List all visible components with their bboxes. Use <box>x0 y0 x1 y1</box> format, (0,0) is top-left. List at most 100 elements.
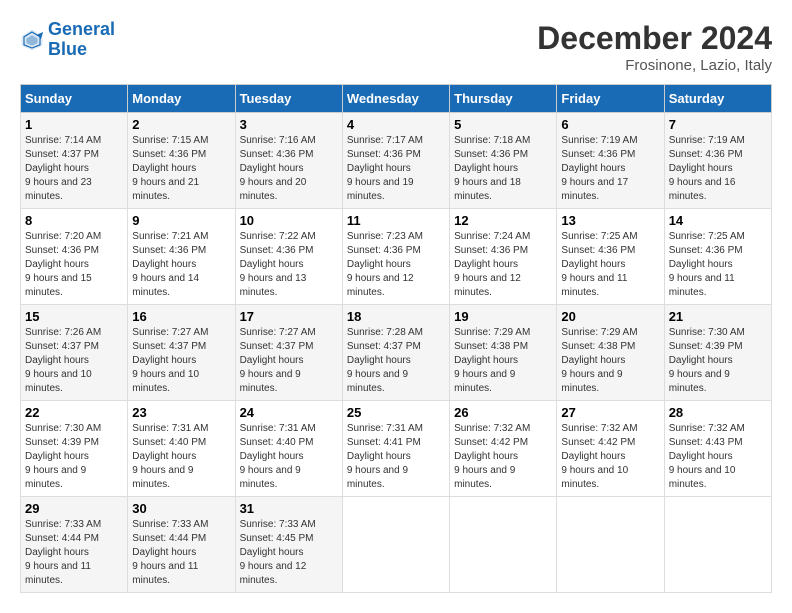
calendar-day-30: 30 Sunrise: 7:33 AMSunset: 4:44 PMDayligh… <box>128 497 235 593</box>
day-info: Sunrise: 7:27 AMSunset: 4:37 PMDaylight … <box>240 326 338 396</box>
calendar-table: SundayMondayTuesdayWednesdayThursdayFrid… <box>20 84 772 593</box>
calendar-week-3: 15Sunrise: 7:26 AMSunset: 4:37 PMDayligh… <box>21 305 772 401</box>
day-number: 17 <box>240 309 338 324</box>
day-number: 5 <box>454 117 552 132</box>
day-number: 19 <box>454 309 552 324</box>
day-number: 27 <box>561 405 659 420</box>
calendar-week-2: 8Sunrise: 7:20 AMSunset: 4:36 PMDaylight… <box>21 209 772 305</box>
day-number: 11 <box>347 213 445 228</box>
empty-cell <box>664 497 771 593</box>
calendar-day-1: 1Sunrise: 7:14 AMSunset: 4:37 PMDaylight… <box>21 113 128 209</box>
day-number: 12 <box>454 213 552 228</box>
day-info: Sunrise: 7:29 AMSunset: 4:38 PMDaylight … <box>454 326 552 396</box>
day-info: Sunrise: 7:24 AMSunset: 4:36 PMDaylight … <box>454 230 552 300</box>
day-header-tuesday: Tuesday <box>235 85 342 113</box>
day-number: 4 <box>347 117 445 132</box>
day-number: 22 <box>25 405 123 420</box>
day-info: Sunrise: 7:33 AMSunset: 4:45 PMDaylight … <box>240 518 338 588</box>
day-number: 29 <box>25 501 123 516</box>
calendar-day-7: 7 Sunrise: 7:19 AMSunset: 4:36 PMDaylight… <box>664 113 771 209</box>
page-header: General Blue December 2024 Frosinone, La… <box>20 20 772 74</box>
calendar-day-2: 2 Sunrise: 7:15 AMSunset: 4:36 PMDaylight… <box>128 113 235 209</box>
calendar-body: 1Sunrise: 7:14 AMSunset: 4:37 PMDaylight… <box>21 113 772 593</box>
calendar-day-31: 31Sunrise: 7:33 AMSunset: 4:45 PMDayligh… <box>235 497 342 593</box>
calendar-day-15: 15Sunrise: 7:26 AMSunset: 4:37 PMDayligh… <box>21 305 128 401</box>
day-info: Sunrise: 7:33 AMSunset: 4:44 PMDaylight … <box>132 518 230 588</box>
day-info: Sunrise: 7:32 AMSunset: 4:42 PMDaylight … <box>454 422 552 492</box>
calendar-day-9: 9Sunrise: 7:21 AMSunset: 4:36 PMDaylight… <box>128 209 235 305</box>
day-number: 13 <box>561 213 659 228</box>
calendar-day-20: 20Sunrise: 7:29 AMSunset: 4:38 PMDayligh… <box>557 305 664 401</box>
calendar-week-1: 1Sunrise: 7:14 AMSunset: 4:37 PMDaylight… <box>21 113 772 209</box>
day-header-saturday: Saturday <box>664 85 771 113</box>
logo: General Blue <box>20 20 115 60</box>
day-number: 3 <box>240 117 338 132</box>
day-number: 9 <box>132 213 230 228</box>
day-header-monday: Monday <box>128 85 235 113</box>
calendar-day-12: 12 Sunrise: 7:24 AMSunset: 4:36 PMDayligh… <box>450 209 557 305</box>
day-number: 30 <box>132 501 230 516</box>
logo-text: General Blue <box>48 20 115 60</box>
day-number: 18 <box>347 309 445 324</box>
day-number: 26 <box>454 405 552 420</box>
day-number: 15 <box>25 309 123 324</box>
day-info: Sunrise: 7:30 AMSunset: 4:39 PMDaylight … <box>669 326 767 396</box>
day-info: Sunrise: 7:20 AMSunset: 4:36 PMDaylight … <box>25 230 123 300</box>
day-number: 25 <box>347 405 445 420</box>
day-info: Sunrise: 7:19 AMSunset: 4:36 PMDaylight … <box>669 134 767 204</box>
empty-cell <box>450 497 557 593</box>
day-number: 20 <box>561 309 659 324</box>
calendar-day-10: 10 Sunrise: 7:22 AMSunset: 4:36 PMDayligh… <box>235 209 342 305</box>
day-number: 2 <box>132 117 230 132</box>
calendar-day-19: 19 Sunrise: 7:29 AMSunset: 4:38 PMDayligh… <box>450 305 557 401</box>
day-info: Sunrise: 7:33 AMSunset: 4:44 PMDaylight … <box>25 518 123 588</box>
empty-cell <box>557 497 664 593</box>
day-number: 28 <box>669 405 767 420</box>
calendar-day-27: 27 Sunrise: 7:32 AMSunset: 4:42 PMDayligh… <box>557 401 664 497</box>
day-info: Sunrise: 7:31 AMSunset: 4:40 PMDaylight … <box>240 422 338 492</box>
calendar-week-5: 29 Sunrise: 7:33 AMSunset: 4:44 PMDayligh… <box>21 497 772 593</box>
day-header-thursday: Thursday <box>450 85 557 113</box>
month-title: December 2024 <box>537 20 772 57</box>
calendar-day-14: 14 Sunrise: 7:25 AMSunset: 4:36 PMDayligh… <box>664 209 771 305</box>
day-info: Sunrise: 7:28 AMSunset: 4:37 PMDaylight … <box>347 326 445 396</box>
calendar-week-4: 22 Sunrise: 7:30 AMSunset: 4:39 PMDayligh… <box>21 401 772 497</box>
calendar-day-29: 29 Sunrise: 7:33 AMSunset: 4:44 PMDayligh… <box>21 497 128 593</box>
location: Frosinone, Lazio, Italy <box>537 57 772 74</box>
calendar-day-24: 24Sunrise: 7:31 AMSunset: 4:40 PMDayligh… <box>235 401 342 497</box>
day-number: 14 <box>669 213 767 228</box>
day-info: Sunrise: 7:31 AMSunset: 4:41 PMDaylight … <box>347 422 445 492</box>
day-info: Sunrise: 7:25 AMSunset: 4:36 PMDaylight … <box>669 230 767 300</box>
day-header-friday: Friday <box>557 85 664 113</box>
day-info: Sunrise: 7:32 AMSunset: 4:42 PMDaylight … <box>561 422 659 492</box>
calendar-day-28: 28Sunrise: 7:32 AMSunset: 4:43 PMDayligh… <box>664 401 771 497</box>
day-info: Sunrise: 7:14 AMSunset: 4:37 PMDaylight … <box>25 134 123 204</box>
day-info: Sunrise: 7:27 AMSunset: 4:37 PMDaylight … <box>132 326 230 396</box>
calendar-day-22: 22 Sunrise: 7:30 AMSunset: 4:39 PMDayligh… <box>21 401 128 497</box>
day-info: Sunrise: 7:16 AMSunset: 4:36 PMDaylight … <box>240 134 338 204</box>
day-info: Sunrise: 7:25 AMSunset: 4:36 PMDaylight … <box>561 230 659 300</box>
day-number: 10 <box>240 213 338 228</box>
day-number: 7 <box>669 117 767 132</box>
day-number: 16 <box>132 309 230 324</box>
day-number: 6 <box>561 117 659 132</box>
calendar-day-23: 23Sunrise: 7:31 AMSunset: 4:40 PMDayligh… <box>128 401 235 497</box>
calendar-day-18: 18 Sunrise: 7:28 AMSunset: 4:37 PMDayligh… <box>342 305 449 401</box>
day-info: Sunrise: 7:30 AMSunset: 4:39 PMDaylight … <box>25 422 123 492</box>
calendar-day-3: 3 Sunrise: 7:16 AMSunset: 4:36 PMDaylight… <box>235 113 342 209</box>
day-info: Sunrise: 7:19 AMSunset: 4:36 PMDaylight … <box>561 134 659 204</box>
calendar-day-16: 16 Sunrise: 7:27 AMSunset: 4:37 PMDayligh… <box>128 305 235 401</box>
calendar-day-8: 8Sunrise: 7:20 AMSunset: 4:36 PMDaylight… <box>21 209 128 305</box>
empty-cell <box>342 497 449 593</box>
day-info: Sunrise: 7:22 AMSunset: 4:36 PMDaylight … <box>240 230 338 300</box>
title-block: December 2024 Frosinone, Lazio, Italy <box>537 20 772 74</box>
day-info: Sunrise: 7:17 AMSunset: 4:36 PMDaylight … <box>347 134 445 204</box>
day-info: Sunrise: 7:31 AMSunset: 4:40 PMDaylight … <box>132 422 230 492</box>
calendar-day-25: 25 Sunrise: 7:31 AMSunset: 4:41 PMDayligh… <box>342 401 449 497</box>
calendar-day-5: 5Sunrise: 7:18 AMSunset: 4:36 PMDaylight… <box>450 113 557 209</box>
logo-icon <box>20 28 44 52</box>
day-info: Sunrise: 7:15 AMSunset: 4:36 PMDaylight … <box>132 134 230 204</box>
calendar-day-11: 11Sunrise: 7:23 AMSunset: 4:36 PMDayligh… <box>342 209 449 305</box>
day-header-sunday: Sunday <box>21 85 128 113</box>
calendar-day-4: 4 Sunrise: 7:17 AMSunset: 4:36 PMDaylight… <box>342 113 449 209</box>
